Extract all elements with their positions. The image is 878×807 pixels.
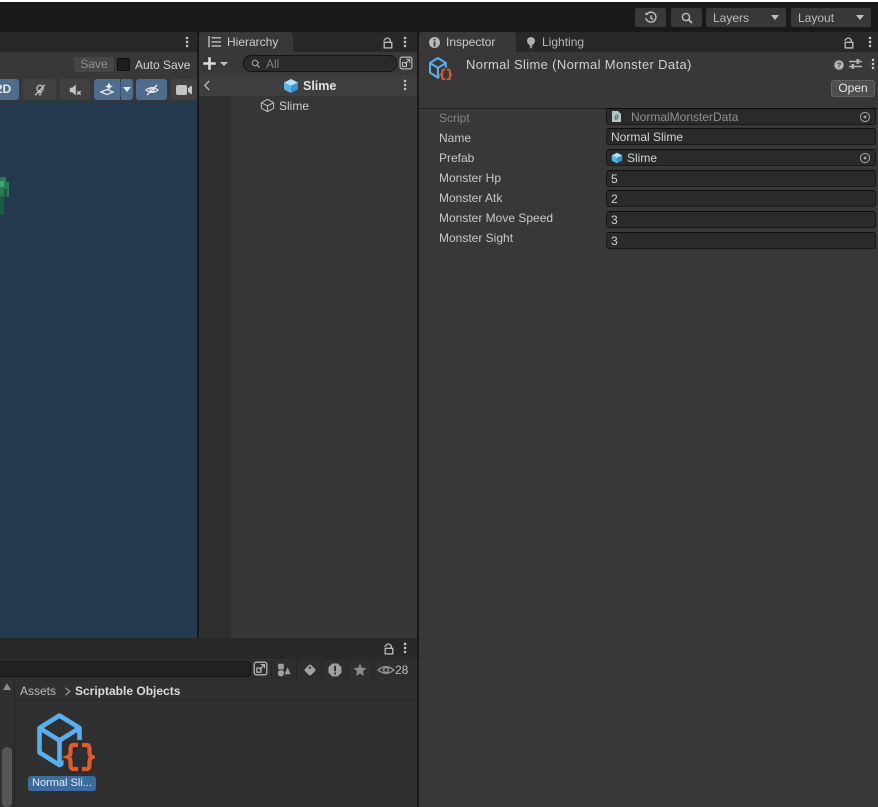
svg-text:#: # xyxy=(614,113,619,122)
svg-text:?: ? xyxy=(837,61,842,70)
